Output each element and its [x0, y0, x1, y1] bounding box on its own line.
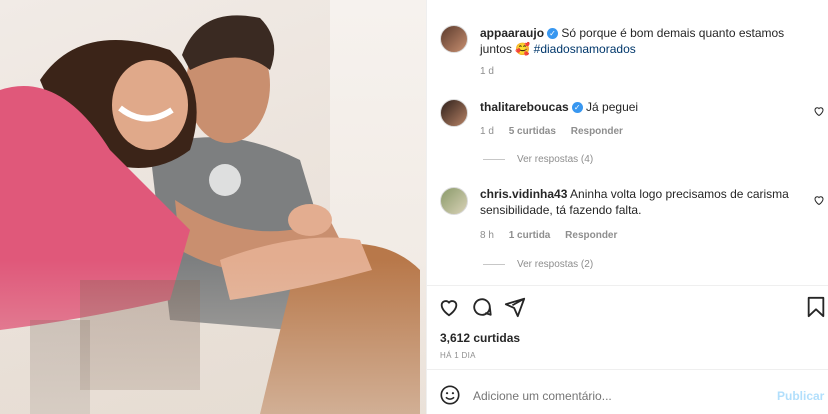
- emoji-icon[interactable]: [439, 384, 461, 406]
- heart-icon[interactable]: [438, 296, 460, 318]
- replies-line: [483, 159, 505, 160]
- comment-avatar[interactable]: [440, 99, 468, 127]
- comment-username[interactable]: thalitareboucas: [480, 100, 569, 114]
- comment-body: Já peguei: [586, 100, 639, 114]
- reply-button[interactable]: Responder: [571, 126, 623, 137]
- caption: appaaraujo ✓ Só porque é bom demais quant…: [480, 25, 810, 57]
- comment-time: 1 d: [480, 126, 494, 137]
- comment-username[interactable]: chris.vidinha43: [480, 187, 567, 201]
- comment-meta: 8 h 1 curtida Responder: [480, 230, 617, 241]
- comment-time: 8 h: [480, 230, 494, 241]
- replies-line: [483, 264, 505, 265]
- share-icon[interactable]: [504, 296, 526, 318]
- reply-button[interactable]: Responder: [565, 230, 617, 241]
- post-side-panel: appaaraujo ✓ Só porque é bom demais quant…: [426, 0, 828, 414]
- verified-icon: ✓: [547, 28, 559, 39]
- glass-reflection: [0, 260, 426, 414]
- comment-icon[interactable]: [471, 296, 493, 318]
- caption-time: 1 d: [480, 66, 494, 77]
- post-date: HÁ 1 DIA: [440, 351, 476, 360]
- post-photo[interactable]: [0, 0, 426, 414]
- comment-avatar[interactable]: [440, 187, 468, 215]
- view-replies-button[interactable]: Ver respostas (4): [483, 154, 593, 165]
- bookmark-icon[interactable]: [805, 296, 827, 318]
- author-username[interactable]: appaaraujo: [480, 26, 544, 40]
- view-replies-label: Ver respostas (2): [517, 259, 594, 270]
- caption-emoji: 🥰: [515, 42, 531, 56]
- author-avatar[interactable]: [440, 25, 468, 53]
- actions-divider: [427, 285, 828, 286]
- heart-icon[interactable]: [813, 194, 825, 206]
- comment-likes[interactable]: 1 curtida: [509, 230, 551, 241]
- view-replies-label: Ver respostas (4): [517, 154, 594, 165]
- comment-input[interactable]: [471, 385, 765, 407]
- comment-likes[interactable]: 5 curtidas: [509, 126, 556, 137]
- caption-hashtag[interactable]: #diadosnamorados: [534, 42, 636, 56]
- comment-meta: 1 d 5 curtidas Responder: [480, 126, 623, 137]
- likes-count[interactable]: 3,612 curtidas: [440, 331, 520, 345]
- comment-text: thalitareboucas ✓ Já peguei: [480, 99, 780, 115]
- view-replies-button[interactable]: Ver respostas (2): [483, 259, 593, 270]
- comment-text: chris.vidinha43 Aninha volta logo precis…: [480, 186, 790, 218]
- heart-icon[interactable]: [813, 105, 825, 117]
- publish-button[interactable]: Publicar: [777, 389, 824, 403]
- verified-icon: ✓: [571, 102, 583, 113]
- comment-box-divider: [427, 369, 828, 370]
